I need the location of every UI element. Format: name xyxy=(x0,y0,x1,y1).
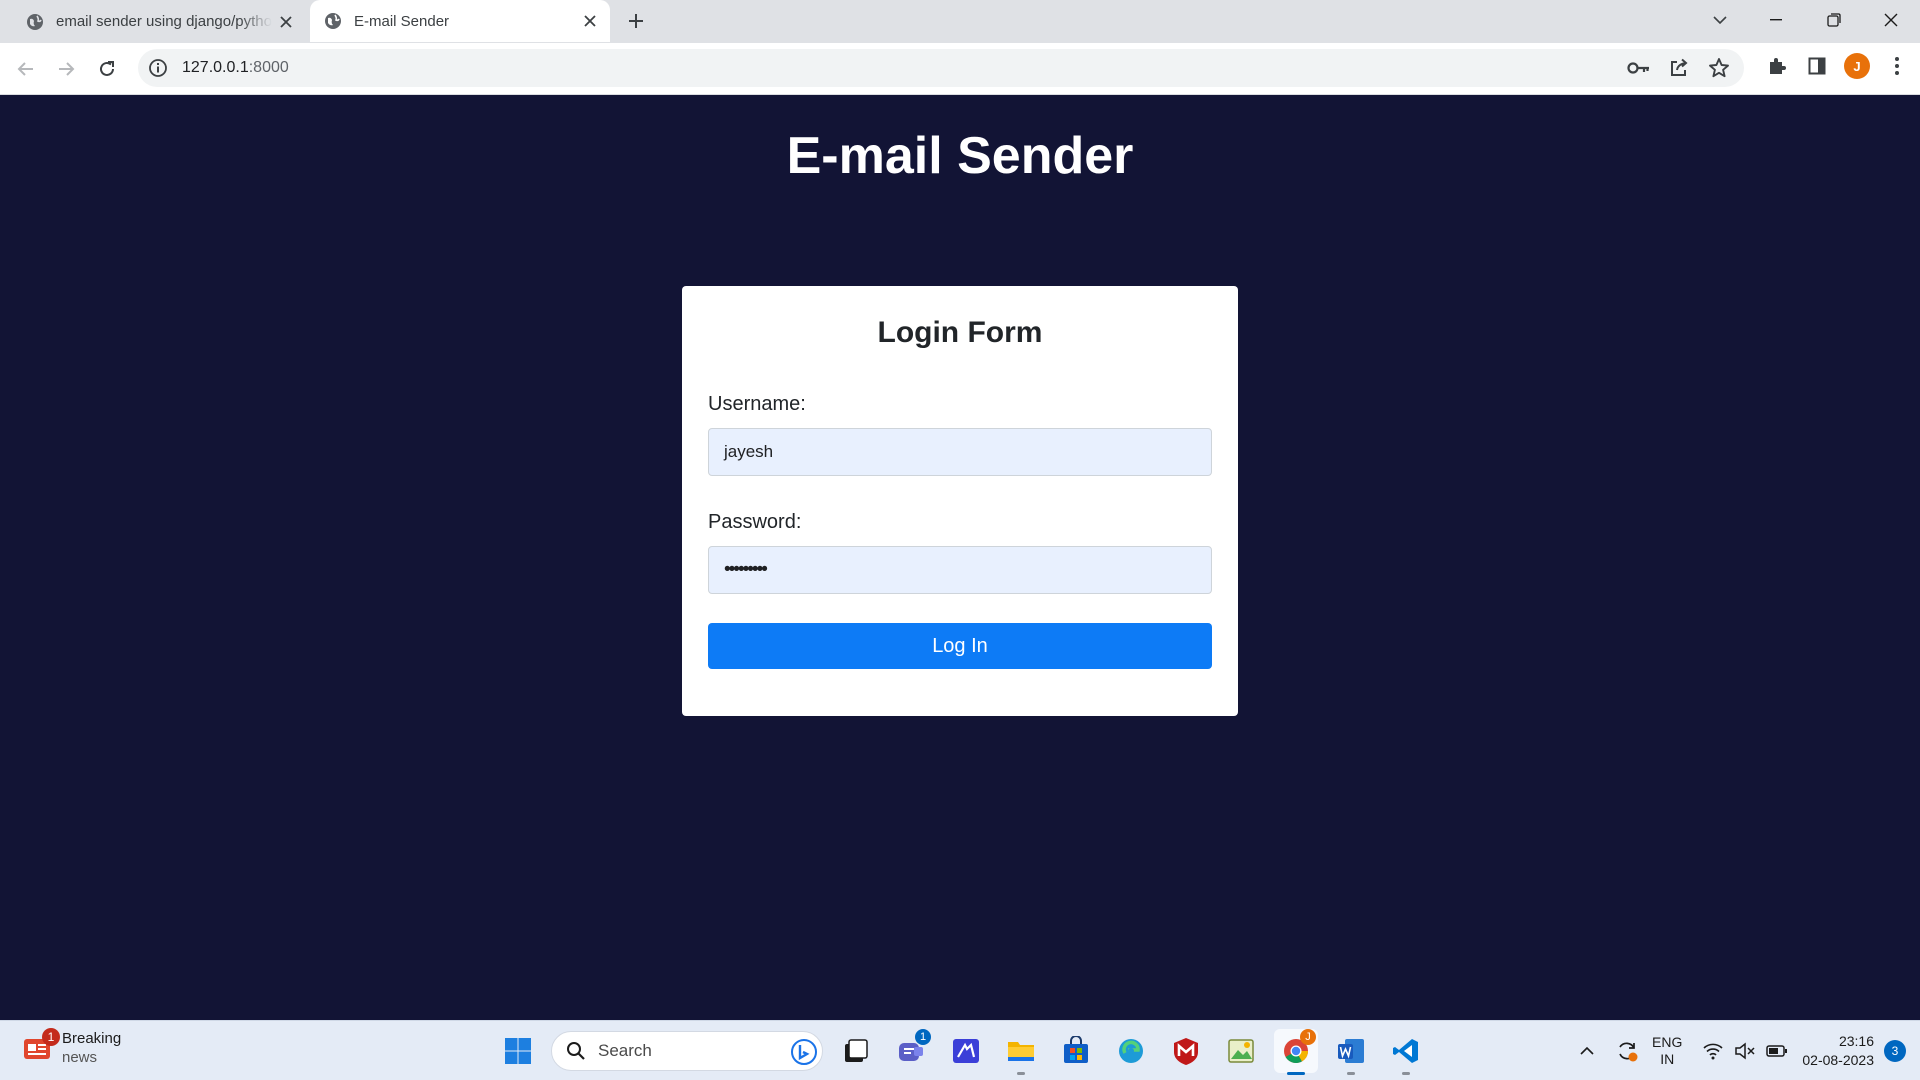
tab-search-button[interactable] xyxy=(1694,0,1746,40)
widget-title: Breaking xyxy=(62,1030,122,1047)
password-key-icon[interactable] xyxy=(1626,55,1652,81)
login-button[interactable]: Log In xyxy=(708,623,1212,669)
widget-subtitle: news xyxy=(62,1049,98,1066)
browser-tab-strip: email sender using django/pytho E-mail S… xyxy=(0,0,1920,43)
volume-muted-icon[interactable] xyxy=(1730,1036,1760,1066)
folder-icon xyxy=(1008,1042,1034,1061)
more-menu-icon[interactable] xyxy=(1884,53,1910,79)
tab-title: email sender using django/pytho xyxy=(56,13,272,30)
language-code: ENG xyxy=(1652,1034,1683,1050)
windows-taskbar: 1 Breaking news Search 1 J ENG IN 23:16 … xyxy=(0,1020,1920,1080)
store-bag-icon xyxy=(1064,1036,1088,1063)
url-port: :8000 xyxy=(248,59,289,76)
teams-chat-app[interactable]: 1 xyxy=(889,1029,933,1073)
close-tab-icon[interactable] xyxy=(272,8,300,36)
profile-avatar[interactable]: J xyxy=(1844,53,1870,79)
forward-button[interactable] xyxy=(50,53,82,85)
chevron-down-icon xyxy=(1713,16,1727,25)
task-view-icon xyxy=(845,1039,868,1062)
username-input[interactable]: jayesh xyxy=(708,428,1212,476)
close-tab-icon[interactable] xyxy=(576,7,604,35)
news-widget[interactable]: 1 Breaking news xyxy=(22,1028,122,1067)
search-icon xyxy=(567,1042,585,1060)
sync-icon[interactable] xyxy=(1612,1036,1642,1066)
wifi-icon[interactable] xyxy=(1698,1036,1728,1066)
arrow-left-icon xyxy=(17,62,33,76)
plus-icon xyxy=(629,14,643,28)
url-text: 127.0.0.1:8000 xyxy=(182,59,289,77)
tab-email-sender[interactable]: E-mail Sender xyxy=(310,0,610,42)
reload-button[interactable] xyxy=(91,53,123,85)
notification-badge[interactable]: 3 xyxy=(1884,1040,1906,1062)
restore-icon xyxy=(1827,13,1841,27)
page-title: E-mail Sender xyxy=(786,127,1134,185)
back-button[interactable] xyxy=(10,53,42,85)
username-label: Username: xyxy=(708,393,806,415)
close-window-button[interactable] xyxy=(1865,0,1917,40)
mcafee-shield-icon xyxy=(1174,1038,1198,1065)
bing-icon[interactable] xyxy=(790,1038,818,1066)
chevron-up-icon[interactable] xyxy=(1572,1036,1602,1066)
tab-email-sender-django[interactable]: email sender using django/pytho xyxy=(14,0,306,43)
globe-icon xyxy=(325,13,341,29)
password-input[interactable]: ••••••••• xyxy=(708,546,1212,594)
chrome-app[interactable]: J xyxy=(1274,1029,1318,1075)
reload-icon xyxy=(100,61,114,76)
system-tray: ENG IN 23:16 02-08-2023 3 xyxy=(1572,1021,1920,1080)
side-panel-icon[interactable] xyxy=(1804,53,1830,79)
word-icon xyxy=(1338,1039,1364,1063)
chrome-profile-badge: J xyxy=(1300,1029,1316,1045)
browser-toolbar: 127.0.0.1:8000 J xyxy=(0,43,1920,95)
battery-icon[interactable] xyxy=(1762,1036,1792,1066)
login-card: Login Form Username: jayesh Password: ••… xyxy=(682,286,1238,716)
file-explorer-app[interactable] xyxy=(999,1029,1043,1075)
url-host: 127.0.0.1 xyxy=(182,59,249,76)
search-placeholder: Search xyxy=(598,1041,652,1060)
widget-badge: 1 xyxy=(42,1028,60,1046)
minimize-icon xyxy=(1770,19,1782,21)
arrow-right-icon xyxy=(59,62,75,76)
info-icon[interactable] xyxy=(148,58,168,78)
mcafee-app[interactable] xyxy=(1164,1029,1208,1073)
address-bar[interactable]: 127.0.0.1:8000 xyxy=(138,49,1744,87)
task-view-button[interactable] xyxy=(834,1029,878,1073)
language-indicator[interactable]: ENG IN xyxy=(1652,1034,1682,1068)
close-icon xyxy=(1884,13,1898,27)
minimize-button[interactable] xyxy=(1750,0,1802,40)
restore-button[interactable] xyxy=(1808,0,1860,40)
bookmark-star-icon[interactable] xyxy=(1706,55,1732,81)
image-editor-icon xyxy=(1228,1039,1254,1063)
word-app[interactable] xyxy=(1329,1029,1373,1075)
photos-app[interactable] xyxy=(1219,1029,1263,1073)
start-button[interactable] xyxy=(496,1029,540,1073)
vscode-app[interactable] xyxy=(1384,1029,1428,1075)
clock-date: 02-08-2023 xyxy=(1802,1052,1874,1068)
globe-icon xyxy=(27,13,43,30)
password-label: Password: xyxy=(708,511,802,533)
teams-badge: 1 xyxy=(915,1029,931,1045)
tab-title: E-mail Sender xyxy=(354,12,450,30)
edge-app[interactable] xyxy=(1109,1029,1153,1073)
microsoft-store-app[interactable] xyxy=(1054,1029,1098,1073)
edge-icon xyxy=(1119,1039,1143,1063)
markup-app[interactable] xyxy=(944,1029,988,1073)
clock[interactable]: 23:16 02-08-2023 xyxy=(1802,1032,1874,1070)
new-tab-button[interactable] xyxy=(622,7,650,35)
language-region: IN xyxy=(1660,1051,1675,1067)
extensions-puzzle-icon[interactable] xyxy=(1764,53,1790,79)
share-icon[interactable] xyxy=(1666,55,1692,81)
taskbar-search[interactable]: Search xyxy=(551,1031,823,1071)
login-form-title: Login Form xyxy=(877,316,1043,349)
news-icon: 1 xyxy=(22,1028,60,1063)
vscode-icon xyxy=(1393,1039,1418,1063)
pen-app-icon xyxy=(953,1039,979,1063)
clock-time: 23:16 xyxy=(1838,1033,1874,1049)
windows-logo-icon xyxy=(505,1038,531,1064)
